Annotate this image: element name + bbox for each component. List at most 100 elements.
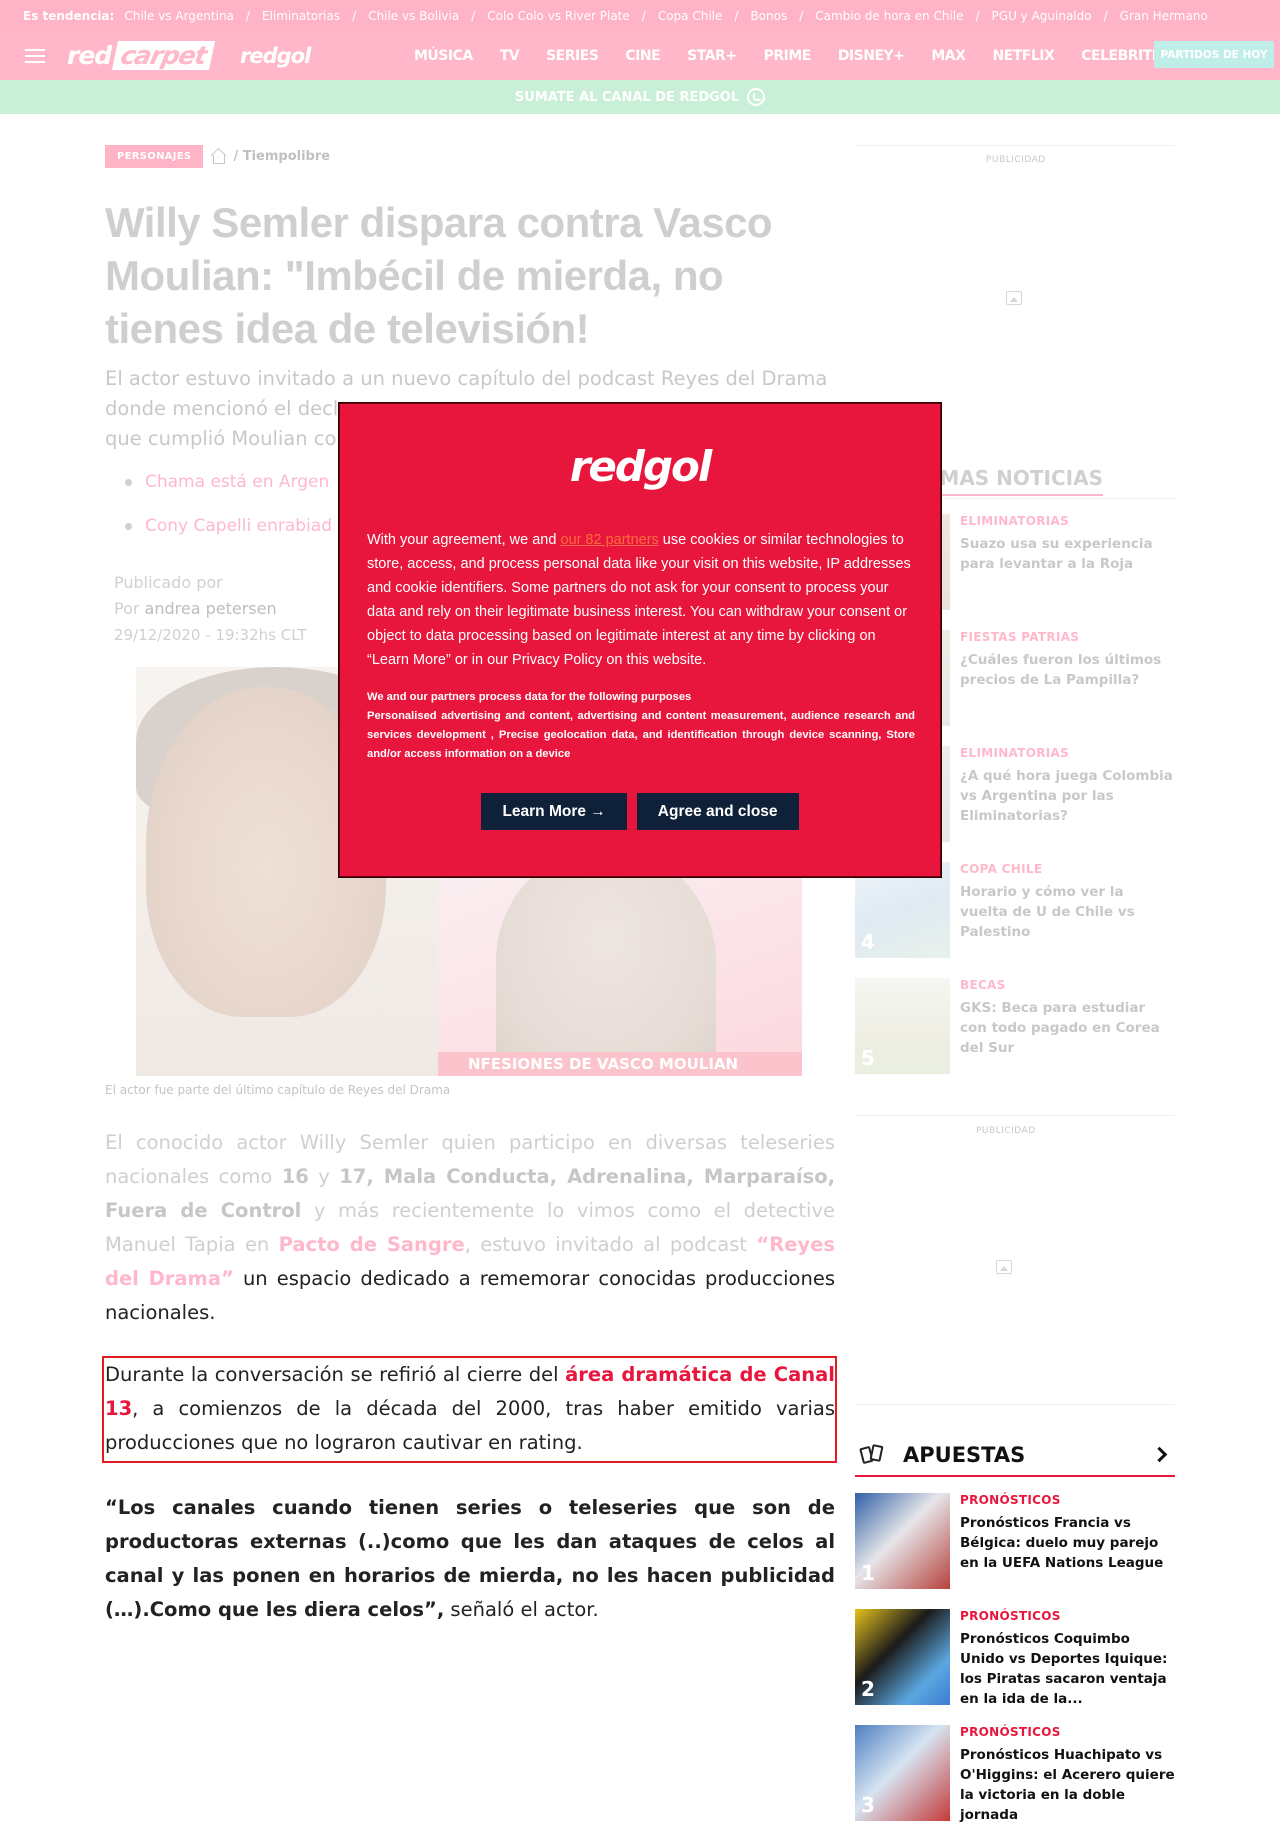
trending-separator: / — [975, 8, 980, 23]
hamburger-menu-icon[interactable] — [25, 48, 45, 63]
nav-item-max[interactable]: MAX — [931, 48, 966, 64]
bet-thumbnail: 2 — [855, 1609, 950, 1705]
trending-separator: / — [1103, 8, 1108, 23]
trending-separator: / — [352, 8, 357, 23]
nav-item-musica[interactable]: MÚSICA — [414, 48, 473, 64]
news-category: ELIMINATORIAS — [960, 746, 1070, 760]
highlight-box — [102, 1356, 837, 1463]
pacto-de-sangre-link[interactable]: Pacto de Sangre — [279, 1233, 465, 1256]
trending-separator: / — [245, 8, 250, 23]
bet-thumbnail: 3 — [855, 1725, 950, 1821]
news-category: BECAS — [960, 978, 1006, 992]
apuestas-header[interactable]: APUESTAS — [855, 1437, 1175, 1477]
news-category: ELIMINATORIAS — [960, 514, 1070, 528]
consent-buttons: Learn More → Agree and close — [340, 793, 940, 830]
consent-purposes: We and our partners process data for the… — [367, 688, 915, 764]
article-title: Willy Semler dispara contra Vasco Moulia… — [105, 199, 773, 352]
news-title[interactable]: ¿A qué hora juega Colombia vs Argentina … — [960, 766, 1175, 826]
nav-item-series[interactable]: SERIES — [546, 48, 599, 64]
trending-bar: Es tendencia: Chile vs Argentina / Elimin… — [0, 0, 1280, 31]
trending-separator: / — [641, 8, 646, 23]
nav-item-star-plus[interactable]: STAR+ — [687, 48, 737, 64]
chevron-right-icon[interactable] — [1151, 1446, 1168, 1463]
trending-link[interactable]: Cambio de hora en Chile — [815, 9, 963, 23]
sidebar-divider — [855, 1404, 1175, 1405]
category-tag[interactable]: PERSONAJES — [105, 145, 204, 168]
news-title[interactable]: GKS: Beca para estudiar con todo pagado … — [960, 998, 1175, 1058]
bet-thumbnail: 1 — [855, 1493, 950, 1589]
breadcrumb-section[interactable]: / Tiempolibre — [233, 149, 330, 164]
trending-separator: / — [799, 8, 804, 23]
trending-link[interactable]: Copa Chile — [658, 9, 723, 23]
news-title[interactable]: ¿Cuáles fueron los últimos precios de La… — [960, 650, 1175, 690]
redcarpet-logo-carpet: carpet — [112, 41, 216, 70]
news-thumbnail: 5 — [855, 978, 950, 1074]
image-caption: El actor fue parte del último capítulo d… — [105, 1083, 451, 1097]
trending-link[interactable]: Gran Hermano — [1120, 9, 1208, 23]
lead-line: El actor estuvo invitado a un nuevo capí… — [105, 367, 828, 390]
apuestas-title: APUESTAS — [903, 1443, 1026, 1467]
news-card[interactable]: 5 BECAS GKS: Beca para estudiar con todo… — [855, 978, 1175, 1074]
cookie-consent-modal: redgol With your agreement, we and our 8… — [339, 403, 941, 877]
bet-category: PRONÓSTICOS — [960, 1609, 1061, 1623]
home-icon[interactable] — [211, 150, 226, 164]
image-lower-third: NFESIONES DE VASCO MOULIAN — [438, 1052, 802, 1076]
publish-date: 29/12/2020 - 19:32hs CLT — [114, 626, 307, 644]
redcarpet-logo[interactable]: red carpet — [67, 41, 216, 70]
learn-more-button[interactable]: Learn More → — [481, 793, 627, 830]
news-title[interactable]: Suazo usa su experiencia para levantar a… — [960, 534, 1175, 574]
bet-card[interactable]: 1 PRONÓSTICOS Pronósticos Francia vs Bél… — [855, 1493, 1175, 1589]
trending-separator: / — [471, 8, 476, 23]
byline-por: Por — [114, 599, 140, 618]
partidos-de-hoy-button[interactable]: PARTIDOS DE HOY — [1154, 41, 1274, 68]
purposes-list: Personalised advertising and content, ad… — [367, 710, 915, 760]
consent-text: With your agreement, we and our 82 partn… — [367, 532, 911, 668]
news-category: FIESTAS PATRIAS — [960, 630, 1080, 644]
ad-label: PUBLICIDAD — [976, 1126, 1036, 1136]
breadcrumb: PERSONAJES / Tiempolibre — [105, 145, 330, 168]
bet-title[interactable]: Pronósticos Francia vs Bélgica: duelo mu… — [960, 1513, 1175, 1573]
author-link[interactable]: andrea petersen — [145, 599, 277, 618]
whatsapp-channel-label: SUMATE AL CANAL DE REDGOL — [514, 89, 740, 105]
bet-category: PRONÓSTICOS — [960, 1725, 1061, 1739]
partners-link[interactable]: our 82 partners — [560, 532, 658, 548]
redcarpet-logo-red: red — [67, 41, 112, 70]
trending-link[interactable]: Colo Colo vs River Plate — [487, 9, 630, 23]
trending-link[interactable]: Eliminatorias — [262, 9, 340, 23]
trending-link[interactable]: Chile vs Argentina — [124, 9, 234, 23]
news-category: COPA CHILE — [960, 862, 1043, 876]
nav-item-prime[interactable]: PRIME — [764, 48, 812, 64]
whatsapp-icon — [747, 88, 766, 106]
nav-item-celebrities[interactable]: CELEBRITIE — [1081, 48, 1166, 64]
byline: Publicado por Por andrea petersen 29/12/… — [114, 570, 307, 648]
main-nav: red carpet redgol MÚSICA TV SERIES CINE … — [0, 31, 1280, 80]
nav-item-disney-plus[interactable]: DISNEY+ — [838, 48, 905, 64]
trending-separator: / — [734, 8, 739, 23]
trending-link[interactable]: Bonos — [750, 9, 787, 23]
ad-image-placeholder-icon — [996, 1260, 1012, 1274]
nav-menu: MÚSICA TV SERIES CINE STAR+ PRIME DISNEY… — [414, 31, 1193, 80]
bet-card[interactable]: 2 PRONÓSTICOS Pronósticos Coquimbo Unido… — [855, 1609, 1175, 1707]
modal-redgol-logo: redgol — [569, 442, 713, 491]
sidebar-divider — [855, 145, 1175, 146]
nav-item-netflix[interactable]: NETFLIX — [992, 48, 1054, 64]
bet-title[interactable]: Pronósticos Huachipato vs O'Higgins: el … — [960, 1745, 1175, 1825]
nav-item-tv[interactable]: TV — [500, 48, 520, 64]
news-title[interactable]: Horario y cómo ver la vuelta de U de Chi… — [960, 882, 1175, 942]
trending-label: Es tendencia: — [23, 8, 115, 23]
article-quote: “Los canales cuando tienen series o tele… — [105, 1496, 835, 1621]
redgol-logo[interactable]: redgol — [240, 44, 311, 68]
purposes-heading: We and our partners process data for the… — [367, 691, 692, 703]
ad-image-placeholder-icon — [1006, 291, 1022, 305]
cards-icon — [859, 1443, 885, 1467]
bet-title[interactable]: Pronósticos Coquimbo Unido vs Deportes I… — [960, 1629, 1175, 1709]
agree-and-close-button[interactable]: Agree and close — [636, 793, 799, 830]
nav-item-cine[interactable]: CINE — [625, 48, 660, 64]
bet-card[interactable]: 3 PRONÓSTICOS Pronósticos Huachipato vs … — [855, 1725, 1175, 1823]
bet-category: PRONÓSTICOS — [960, 1493, 1061, 1507]
article-paragraph: El conocido actor Willy Semler quien par… — [105, 1131, 836, 1324]
trending-link[interactable]: Chile vs Bolivia — [368, 9, 459, 23]
byline-label: Publicado por — [114, 573, 223, 592]
trending-link[interactable]: PGU y Aguinaldo — [992, 9, 1092, 23]
whatsapp-channel-bar[interactable]: SUMATE AL CANAL DE REDGOL — [0, 80, 1280, 114]
